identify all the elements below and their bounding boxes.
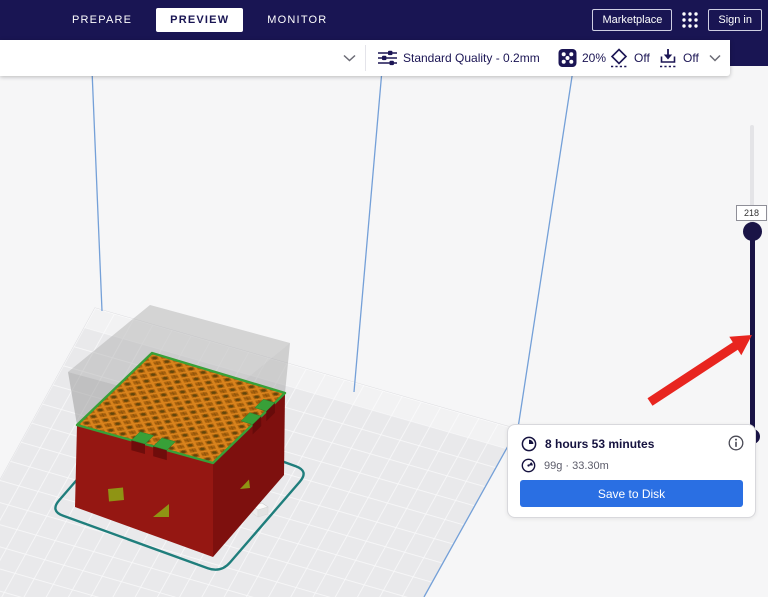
sign-in-button[interactable]: Sign in: [708, 9, 762, 31]
info-icon[interactable]: [728, 435, 744, 451]
header-right-controls: Marketplace Sign in: [592, 9, 762, 31]
support-icon: [609, 48, 629, 68]
layer-slider-range[interactable]: [750, 231, 755, 437]
stagebar-divider: [365, 45, 366, 71]
material-estimate-label: 99g · 33.30m: [544, 460, 609, 472]
tab-preview[interactable]: PREVIEW: [156, 8, 243, 32]
adhesion-value: Off: [683, 51, 699, 65]
time-estimate-label: 8 hours 53 minutes: [545, 437, 654, 451]
stage-menu-bar: Standard Quality - 0.2mm 20% Off: [0, 40, 730, 76]
print-job-card: 8 hours 53 minutes 99g · 33.30m Save to …: [507, 424, 756, 518]
adhesion-icon: [658, 48, 678, 68]
support-value: Off: [634, 51, 650, 65]
marketplace-button[interactable]: Marketplace: [592, 9, 672, 31]
material-gauge-icon: [521, 458, 536, 473]
profile-label: Standard Quality - 0.2mm: [403, 51, 540, 65]
layer-slider-upper-handle[interactable]: [743, 222, 762, 241]
printer-selector-chevron-icon[interactable]: [343, 54, 356, 62]
material-estimate-row: 99g · 33.30m: [521, 458, 609, 473]
save-to-disk-button[interactable]: Save to Disk: [520, 480, 743, 507]
tab-monitor[interactable]: MONITOR: [257, 8, 337, 32]
infill-icon: [558, 49, 577, 68]
tab-prepare[interactable]: PREPARE: [62, 8, 142, 32]
profile-sliders-icon: [378, 50, 397, 67]
layer-number-label: 218: [736, 205, 767, 221]
time-estimate-row: 8 hours 53 minutes: [521, 436, 654, 452]
settings-expand-chevron-icon[interactable]: [709, 54, 721, 62]
stage-tabbar: PREPARE PREVIEW MONITOR: [0, 0, 337, 40]
cura-window: 218 PREPARE PREVIEW MONITOR Marketplace …: [0, 0, 768, 597]
clock-icon: [521, 436, 537, 452]
application-switcher-icon[interactable]: [681, 11, 699, 29]
infill-value: 20%: [582, 51, 606, 65]
